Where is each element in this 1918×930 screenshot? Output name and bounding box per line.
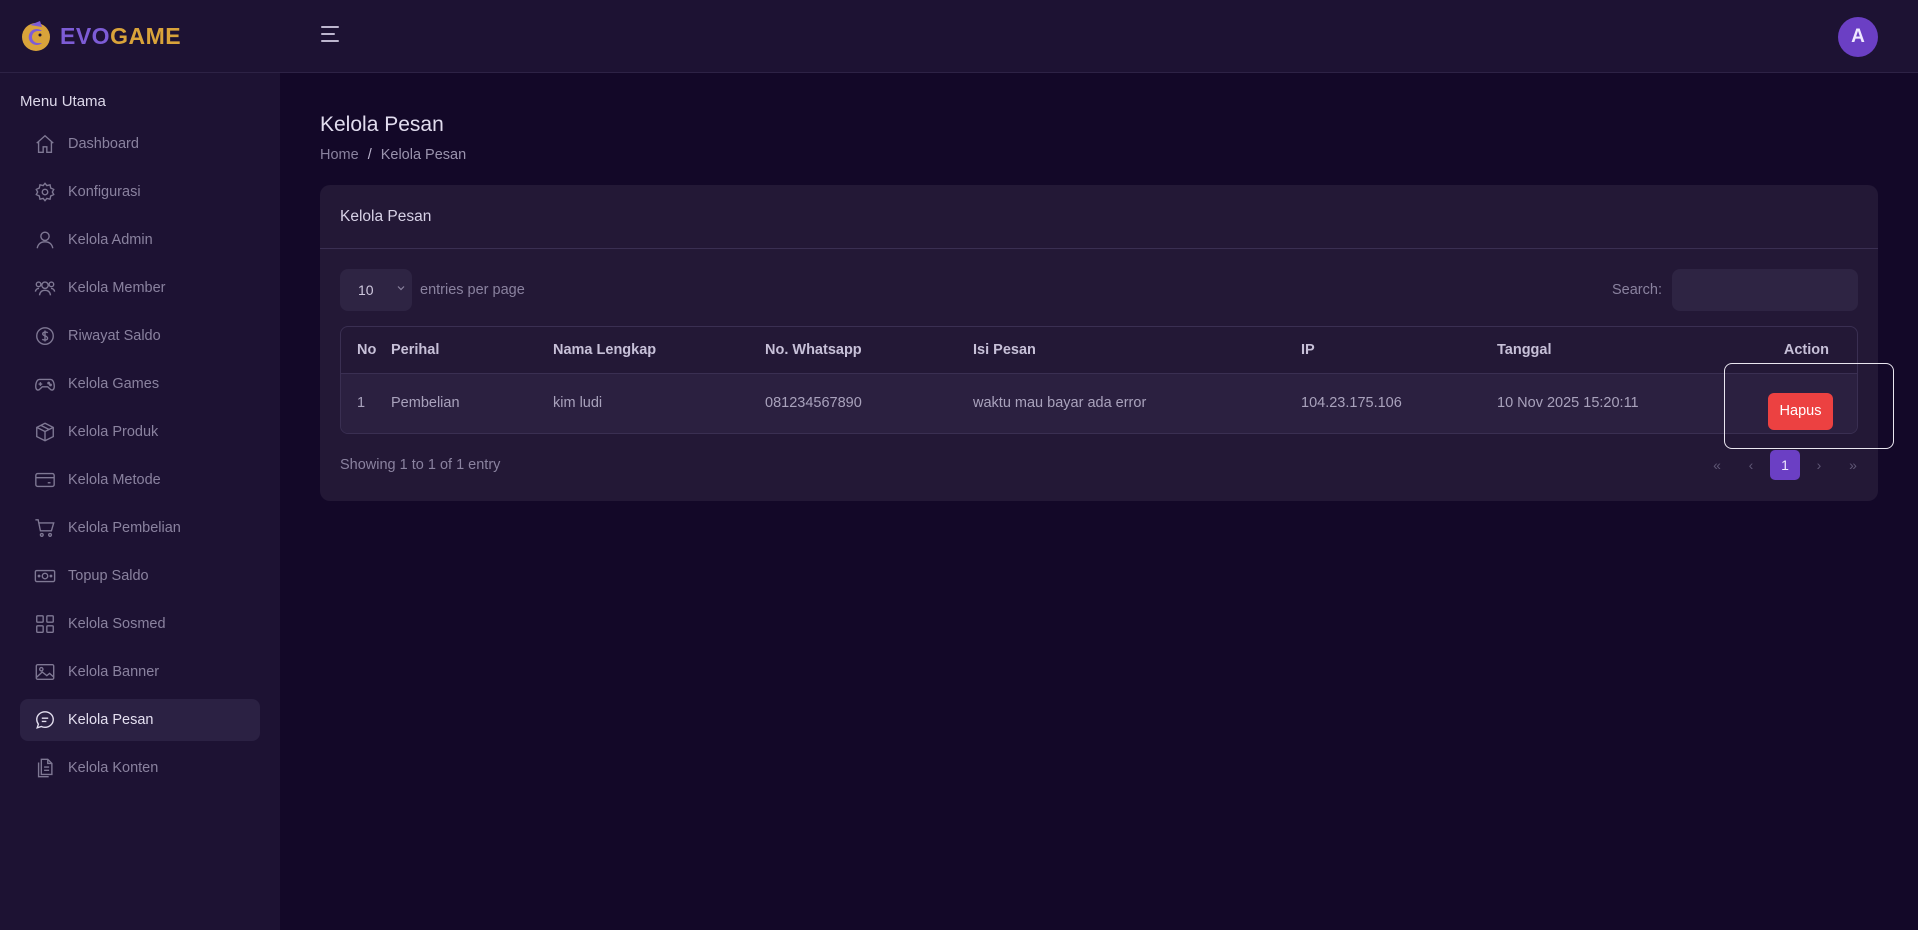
table-info: Showing 1 to 1 of 1 entry (340, 457, 501, 473)
sidebar-item-kelola-sosmed[interactable]: Kelola Sosmed (20, 603, 260, 645)
sidebar-item-kelola-konten[interactable]: Kelola Konten (20, 747, 260, 789)
cell-tanggal: 10 Nov 2025 15:20:11 (1497, 395, 1639, 412)
column-header-tanggal[interactable]: Tanggal (1497, 327, 1729, 374)
breadcrumb-current: Kelola Pesan (380, 147, 467, 163)
table-header-row: No Perihal Nama Lengkap No. Whatsapp Isi… (341, 327, 1857, 374)
column-header-nama-lengkap[interactable]: Nama Lengkap (553, 327, 765, 374)
brand-logo-icon (22, 21, 50, 51)
column-header-ip[interactable]: IP (1301, 327, 1497, 374)
pagination-first-button[interactable]: « (1700, 450, 1734, 480)
sidebar-item-kelola-produk[interactable]: Kelola Produk (20, 411, 260, 453)
search-label: Search: (1612, 282, 1662, 298)
pagination-prev-button[interactable]: ‹ (1734, 450, 1768, 480)
pagination-page-button[interactable]: 1 (1770, 450, 1800, 480)
sidebar-item-label: Konfigurasi (68, 184, 141, 200)
cell-no: 1 (357, 395, 366, 412)
entries-per-page-select[interactable]: 10 (340, 269, 412, 311)
users-icon (34, 277, 56, 299)
sidebar-title: Menu Utama (20, 93, 106, 110)
brand-name-part2: GAME (110, 22, 182, 49)
document-icon (34, 757, 56, 779)
table-controls: 10 entries per page Search: (340, 269, 1858, 311)
card-icon (34, 469, 56, 491)
breadcrumb-separator: / (367, 147, 372, 163)
sidebar: Menu Utama Dashboard Konfigurasi Kelola … (0, 73, 280, 930)
cell-nama-lengkap: kim ludi (553, 395, 603, 412)
sidebar-item-label: Kelola Metode (68, 472, 161, 488)
sidebar-item-label: Kelola Pesan (68, 712, 154, 728)
pagination-last-button[interactable]: » (1836, 450, 1870, 480)
chevron-down-icon (397, 286, 405, 291)
sidebar-item-kelola-banner[interactable]: Kelola Banner (20, 651, 260, 693)
cell-isi-pesan: waktu mau bayar ada error (973, 395, 1147, 412)
sidebar-nav: Dashboard Konfigurasi Kelola Admin Kelol… (20, 123, 260, 795)
messages-card: Kelola Pesan 10 entries per page Search:… (320, 185, 1878, 501)
entries-per-page-label: entries per page (420, 282, 525, 298)
brand-name: EVOGAME (60, 23, 181, 50)
sidebar-item-label: Kelola Konten (68, 760, 159, 776)
sidebar-item-label: Dashboard (68, 136, 139, 152)
cell-whatsapp: 081234567890 (765, 395, 862, 412)
breadcrumb-home[interactable]: Home (320, 147, 359, 163)
card-title: Kelola Pesan (320, 185, 1878, 249)
money-icon (34, 565, 56, 587)
sidebar-item-label: Kelola Admin (68, 232, 153, 248)
home-icon (34, 133, 56, 155)
pagination: « ‹ 1 › » (1700, 450, 1870, 480)
sidebar-item-topup-saldo[interactable]: Topup Saldo (20, 555, 260, 597)
sidebar-item-kelola-metode[interactable]: Kelola Metode (20, 459, 260, 501)
sidebar-item-kelola-pesan[interactable]: Kelola Pesan (20, 699, 260, 741)
box-icon (34, 421, 56, 443)
sidebar-item-label: Kelola Banner (68, 664, 160, 680)
gamepad-icon (34, 373, 56, 395)
image-icon (34, 661, 56, 683)
avatar[interactable]: A (1838, 17, 1878, 57)
delete-button[interactable]: Hapus (1768, 392, 1833, 430)
sidebar-item-kelola-admin[interactable]: Kelola Admin (20, 219, 260, 261)
entries-select-value: 10 (358, 282, 374, 298)
sidebar-item-riwayat-saldo[interactable]: Riwayat Saldo (20, 315, 260, 357)
dollar-circle-icon (34, 325, 56, 347)
column-header-perihal[interactable]: Perihal (391, 327, 553, 374)
cart-icon (34, 517, 56, 539)
messages-table: No Perihal Nama Lengkap No. Whatsapp Isi… (340, 326, 1858, 434)
sidebar-item-kelola-games[interactable]: Kelola Games (20, 363, 260, 405)
sidebar-item-label: Riwayat Saldo (68, 328, 161, 344)
message-icon (34, 709, 56, 731)
breadcrumb: Home / Kelola Pesan (320, 147, 466, 163)
sidebar-item-label: Kelola Games (68, 376, 160, 392)
column-header-whatsapp[interactable]: No. Whatsapp (765, 327, 973, 374)
cell-action: Hapus (1729, 373, 1857, 433)
search-input[interactable] (1672, 269, 1858, 311)
brand-name-part1: EVO (60, 22, 111, 49)
sidebar-item-label: Kelola Produk (68, 424, 159, 440)
table-row: 1 Pembelian kim ludi 081234567890 waktu … (341, 373, 1857, 433)
sidebar-item-label: Kelola Sosmed (68, 616, 166, 632)
brand[interactable]: EVOGAME (20, 18, 181, 54)
top-header: EVOGAME A (0, 0, 1918, 73)
sidebar-item-label: Kelola Member (68, 280, 166, 296)
pagination-next-button[interactable]: › (1802, 450, 1836, 480)
gear-icon (34, 181, 56, 203)
cell-perihal: Pembelian (391, 395, 460, 412)
grid-icon (34, 613, 56, 635)
sidebar-item-kelola-pembelian[interactable]: Kelola Pembelian (20, 507, 260, 549)
sidebar-item-label: Topup Saldo (68, 568, 149, 584)
sidebar-item-kelola-member[interactable]: Kelola Member (20, 267, 260, 309)
sidebar-item-konfigurasi[interactable]: Konfigurasi (20, 171, 260, 213)
column-header-action: Action (1729, 327, 1857, 374)
column-header-no[interactable]: No (341, 327, 391, 374)
cell-ip: 104.23.175.106 (1301, 395, 1402, 412)
column-header-isi-pesan[interactable]: Isi Pesan (973, 327, 1301, 374)
sidebar-item-label: Kelola Pembelian (68, 520, 181, 536)
sidebar-item-dashboard[interactable]: Dashboard (20, 123, 260, 165)
user-icon (34, 229, 56, 251)
page-title: Kelola Pesan (320, 113, 444, 136)
hamburger-icon[interactable] (321, 26, 341, 46)
